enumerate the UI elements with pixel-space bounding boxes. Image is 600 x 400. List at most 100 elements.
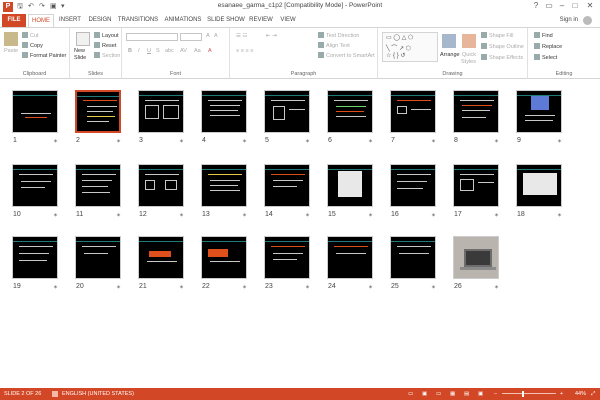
tab-file[interactable]: FILE [2,14,26,27]
animation-star-icon[interactable]: ✶ [179,212,184,219]
grow-font-icon[interactable]: A [206,33,210,39]
align-text-button[interactable]: Align Text [318,42,350,49]
slide-thumbnail-17[interactable] [453,164,499,207]
slide-sorter-view-icon[interactable]: ▦ [450,391,455,397]
animation-star-icon[interactable]: ✶ [116,212,121,219]
convert-to-smartart-button[interactable]: Convert to SmartArt [318,52,375,59]
reading-view-icon[interactable]: ▤ [464,391,469,397]
tab-insert[interactable]: INSERT [57,14,83,27]
new-slide-button[interactable]: New [74,48,85,54]
shape-effects-button[interactable]: Shape Effects [481,54,523,61]
font-family-combo[interactable] [126,33,178,41]
slide-thumbnail-11[interactable] [75,164,121,207]
slide-thumbnail-1[interactable] [12,90,58,133]
select-button[interactable]: Select [534,54,557,61]
animation-star-icon[interactable]: ✶ [431,212,436,219]
ribbon-display-options-button[interactable]: ▭ [543,1,555,10]
quick-styles-button-line2[interactable]: Styles [461,59,476,65]
tab-home[interactable]: HOME [28,14,54,27]
paste-icon[interactable] [4,32,18,46]
fit-to-window-icon[interactable]: ⤢ [591,391,595,398]
replace-button[interactable]: Replace [534,43,562,50]
animation-star-icon[interactable]: ✶ [242,284,247,291]
italic-button[interactable]: I [138,48,140,54]
align-icon[interactable]: ≡ ≡ ≡ ≡ [236,48,253,54]
animation-star-icon[interactable]: ✶ [179,138,184,145]
animation-star-icon[interactable]: ✶ [557,212,562,219]
animation-star-icon[interactable]: ✶ [305,138,310,145]
slide-thumbnail-15[interactable] [327,164,373,207]
slide-thumbnail-7[interactable] [390,90,436,133]
animation-star-icon[interactable]: ✶ [368,138,373,145]
animation-star-icon[interactable]: ✶ [557,138,562,145]
slide-thumbnail-18[interactable] [516,164,562,207]
cut-button[interactable]: Cut [22,32,39,39]
tab-view[interactable]: VIEW [277,14,299,27]
quick-styles-button[interactable]: Quick [462,52,476,58]
animation-star-icon[interactable]: ✶ [116,284,121,291]
animation-star-icon[interactable]: ✶ [53,284,58,291]
shape-fill-button[interactable]: Shape Fill [481,32,513,39]
animation-star-icon[interactable]: ✶ [53,212,58,219]
animation-star-icon[interactable]: ✶ [305,284,310,291]
underline-button[interactable]: U [147,48,151,54]
slide-thumbnail-10[interactable] [12,164,58,207]
slide-thumbnail-9[interactable] [516,90,562,133]
avatar[interactable] [583,16,592,25]
find-button[interactable]: Find [534,32,553,39]
animation-star-icon[interactable]: ✶ [179,284,184,291]
minimize-button[interactable]: – [556,1,568,10]
slide-thumbnail-19[interactable] [12,236,58,279]
quick-styles-icon[interactable] [462,34,476,48]
animation-star-icon[interactable]: ✶ [368,284,373,291]
arrange-icon[interactable] [442,34,456,48]
tab-design[interactable]: DESIGN [86,14,114,27]
zoom-level[interactable]: 44% [575,391,586,397]
zoom-slider[interactable] [502,393,556,394]
animation-star-icon[interactable]: ✶ [494,284,499,291]
change-case-button[interactable]: Aa [194,48,201,54]
paste-button[interactable]: Paste [4,48,18,54]
bullets-icon[interactable]: ☰ ☷ [236,33,247,39]
animation-star-icon[interactable]: ✶ [242,138,247,145]
animation-star-icon[interactable]: ✶ [431,138,436,145]
strikethrough-button[interactable]: abc [165,48,174,54]
font-color-button[interactable]: A [208,48,212,54]
reset-button[interactable]: Reset [94,42,116,49]
animation-star-icon[interactable]: ✶ [494,212,499,219]
shape-outline-button[interactable]: Shape Outline [481,43,524,50]
shrink-font-icon[interactable]: A [214,33,218,39]
slide-thumbnail-3[interactable] [138,90,184,133]
new-slide-button-line2[interactable]: Slide [74,55,86,61]
sign-in-link[interactable]: Sign in [560,17,578,23]
character-spacing-button[interactable]: AV [180,48,187,54]
language-indicator[interactable]: ENGLISH (UNITED STATES) [62,391,134,397]
close-button[interactable]: ✕ [584,1,596,10]
zoom-out-button[interactable]: – [494,391,497,397]
zoom-slider-thumb[interactable] [522,391,524,397]
slide-thumbnail-26[interactable] [453,236,499,279]
section-button[interactable]: Section [94,52,120,59]
arrange-button[interactable]: Arrange [440,52,460,58]
format-painter-button[interactable]: Format Painter [22,52,66,59]
tab-slide-show[interactable]: SLIDE SHOW [207,14,245,27]
font-size-combo[interactable] [180,33,202,41]
animation-star-icon[interactable]: ✶ [242,212,247,219]
zoom-in-button[interactable]: + [560,391,563,397]
slide-thumbnail-12[interactable] [138,164,184,207]
slide-thumbnail-24[interactable] [327,236,373,279]
slide-thumbnail-21[interactable] [138,236,184,279]
slide-thumbnail-2[interactable] [75,90,121,133]
slide-thumbnail-16[interactable] [390,164,436,207]
animation-star-icon[interactable]: ✶ [116,138,121,145]
shadow-button[interactable]: S [156,48,160,54]
slide-thumbnail-4[interactable] [201,90,247,133]
animation-star-icon[interactable]: ✶ [494,138,499,145]
slide-thumbnail-22[interactable] [201,236,247,279]
slide-thumbnail-20[interactable] [75,236,121,279]
maximize-button[interactable]: □ [569,1,581,10]
animation-star-icon[interactable]: ✶ [431,284,436,291]
new-slide-icon[interactable] [76,32,90,46]
notes-icon[interactable]: ▭ [408,391,413,397]
slide-thumbnail-14[interactable] [264,164,310,207]
